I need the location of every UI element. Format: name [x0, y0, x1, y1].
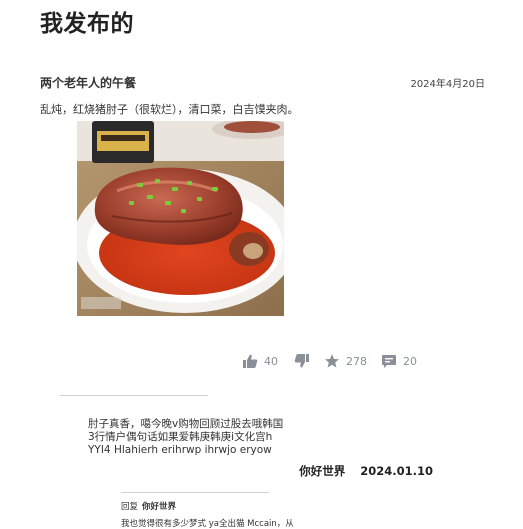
comment-count: 20 [403, 354, 417, 368]
like-count: 40 [264, 354, 278, 368]
reply-author[interactable]: 你好世界 [142, 502, 176, 512]
comment-icon [382, 355, 396, 368]
thumbs-up-icon [243, 354, 258, 368]
comment-meta: 你好世界 2024.01.10 [299, 463, 433, 479]
comment-author[interactable]: 你好世界 [299, 464, 345, 478]
star-icon [325, 354, 340, 368]
page-title: 我发布的 [40, 11, 134, 37]
comment-line: YYI4 Hlahierh erihrwp ihrwjo eryow [88, 444, 272, 456]
comment-line: 肘子真香，噶今晚v购物回顾过股去哦韩国 [88, 418, 284, 430]
post-actions: 40 278 20 [242, 352, 417, 370]
like-button[interactable]: 40 [242, 353, 278, 369]
reply-header: 回复 你好世界 [121, 500, 294, 512]
reply-divider [121, 492, 269, 493]
post-photo[interactable] [77, 121, 284, 316]
reply-text: 我也觉得很有多少梦式 ya全出猫 Mccain，从 [121, 519, 294, 529]
post-title[interactable]: 两个老年人的午餐 [40, 74, 136, 91]
reply: 回复 你好世界 我也觉得很有多少梦式 ya全出猫 Mccain，从 [121, 500, 294, 529]
post-body: 乱炖，红烧猪肘子（很软烂），清口菜，白吉馍夹肉。 [40, 103, 299, 116]
star-count: 278 [346, 354, 367, 368]
thumbs-down-icon [294, 354, 309, 368]
comment-line: 3行情户偶句话如果爱韩庚韩庚i文化宫h [88, 431, 273, 443]
divider [60, 395, 208, 396]
comment-text: 肘子真香，噶今晚v购物回顾过股去哦韩国 3行情户偶句话如果爱韩庚韩庚i文化宫h … [88, 418, 348, 457]
dislike-button[interactable] [294, 353, 310, 369]
comment-button[interactable]: 20 [381, 353, 417, 369]
reply-label[interactable]: 回复 [121, 502, 138, 512]
braised-pork-knuckle-photo [77, 121, 284, 316]
comment-date: 2024.01.10 [360, 464, 433, 478]
post-date: 2024年4月20日 [410, 79, 485, 90]
favorite-button[interactable]: 278 [324, 353, 367, 369]
